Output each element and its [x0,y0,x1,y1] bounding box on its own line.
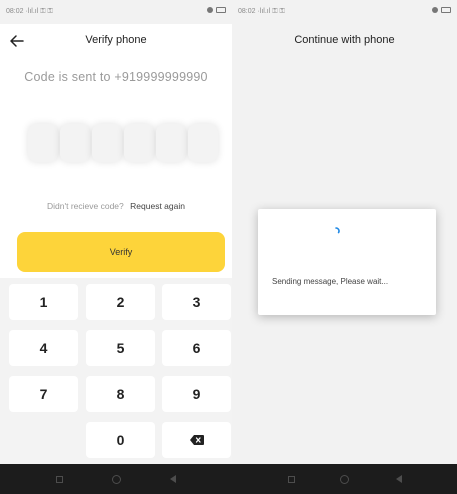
progress-dialog: Sending message, Please wait... [258,209,436,315]
key-1[interactable]: 1 [9,284,78,320]
battery-icon [441,7,451,13]
otp-digit-box[interactable] [124,124,154,162]
key-3[interactable]: 3 [162,284,231,320]
key-7[interactable]: 7 [9,376,78,412]
continue-with-phone-screen: 08:02 ·lıl.ıl ⚿ ⚿ Continue with phone Se… [232,0,457,494]
key-4[interactable]: 4 [9,330,78,366]
verify-button[interactable]: Verify [17,232,225,272]
resend-row: Didn't recieve code? Request again [0,201,232,211]
request-again-link[interactable]: Request again [130,201,185,211]
otp-digit-box[interactable] [60,124,90,162]
otp-digit-box[interactable] [28,124,58,162]
otp-digit-box[interactable] [156,124,186,162]
otp-digit-box[interactable] [92,124,122,162]
home-icon[interactable] [340,475,349,484]
code-sent-text: Code is sent to +919999999990 [24,70,208,84]
key-delete[interactable] [162,422,231,458]
key-blank [9,422,78,458]
alarm-icon [207,7,213,13]
battery-icon [216,7,226,13]
dialog-message: Sending message, Please wait... [272,277,389,286]
page-title: Verify phone [85,34,147,46]
app-bar: Verify phone [0,24,232,58]
resend-question: Didn't recieve code? [47,201,124,211]
otp-input-row [28,124,218,162]
recent-apps-icon[interactable] [288,476,295,483]
key-5[interactable]: 5 [86,330,155,366]
page-title: Continue with phone [294,34,395,46]
status-icons [432,7,451,13]
system-nav-bar [0,464,232,494]
key-6[interactable]: 6 [162,330,231,366]
numeric-keypad: 1 2 3 4 5 6 7 8 9 0 [0,278,232,464]
spinner-icon [335,227,340,234]
backspace-icon [189,435,204,445]
key-0[interactable]: 0 [86,422,155,458]
status-bar: 08:02 ·lıl.ıl ⚿ ⚿ [232,0,457,24]
otp-digit-box[interactable] [188,124,218,162]
home-icon[interactable] [112,475,121,484]
key-8[interactable]: 8 [86,376,155,412]
alarm-icon [432,7,438,13]
recent-apps-icon[interactable] [56,476,63,483]
back-nav-icon[interactable] [170,475,176,483]
status-icons [207,7,226,13]
status-bar: 08:02 ·lıl.ıl ⚿ ⚿ [0,0,232,24]
back-nav-icon[interactable] [396,475,402,483]
status-bar-text: 08:02 ·lıl.ıl ⚿ ⚿ [6,8,53,15]
app-bar: Continue with phone [232,24,457,58]
key-9[interactable]: 9 [162,376,231,412]
status-bar-text: 08:02 ·lıl.ıl ⚿ ⚿ [238,8,285,15]
verify-phone-screen: 08:02 ·lıl.ıl ⚿ ⚿ Verify phone Code is s… [0,0,232,494]
key-2[interactable]: 2 [86,284,155,320]
system-nav-bar [232,464,457,494]
